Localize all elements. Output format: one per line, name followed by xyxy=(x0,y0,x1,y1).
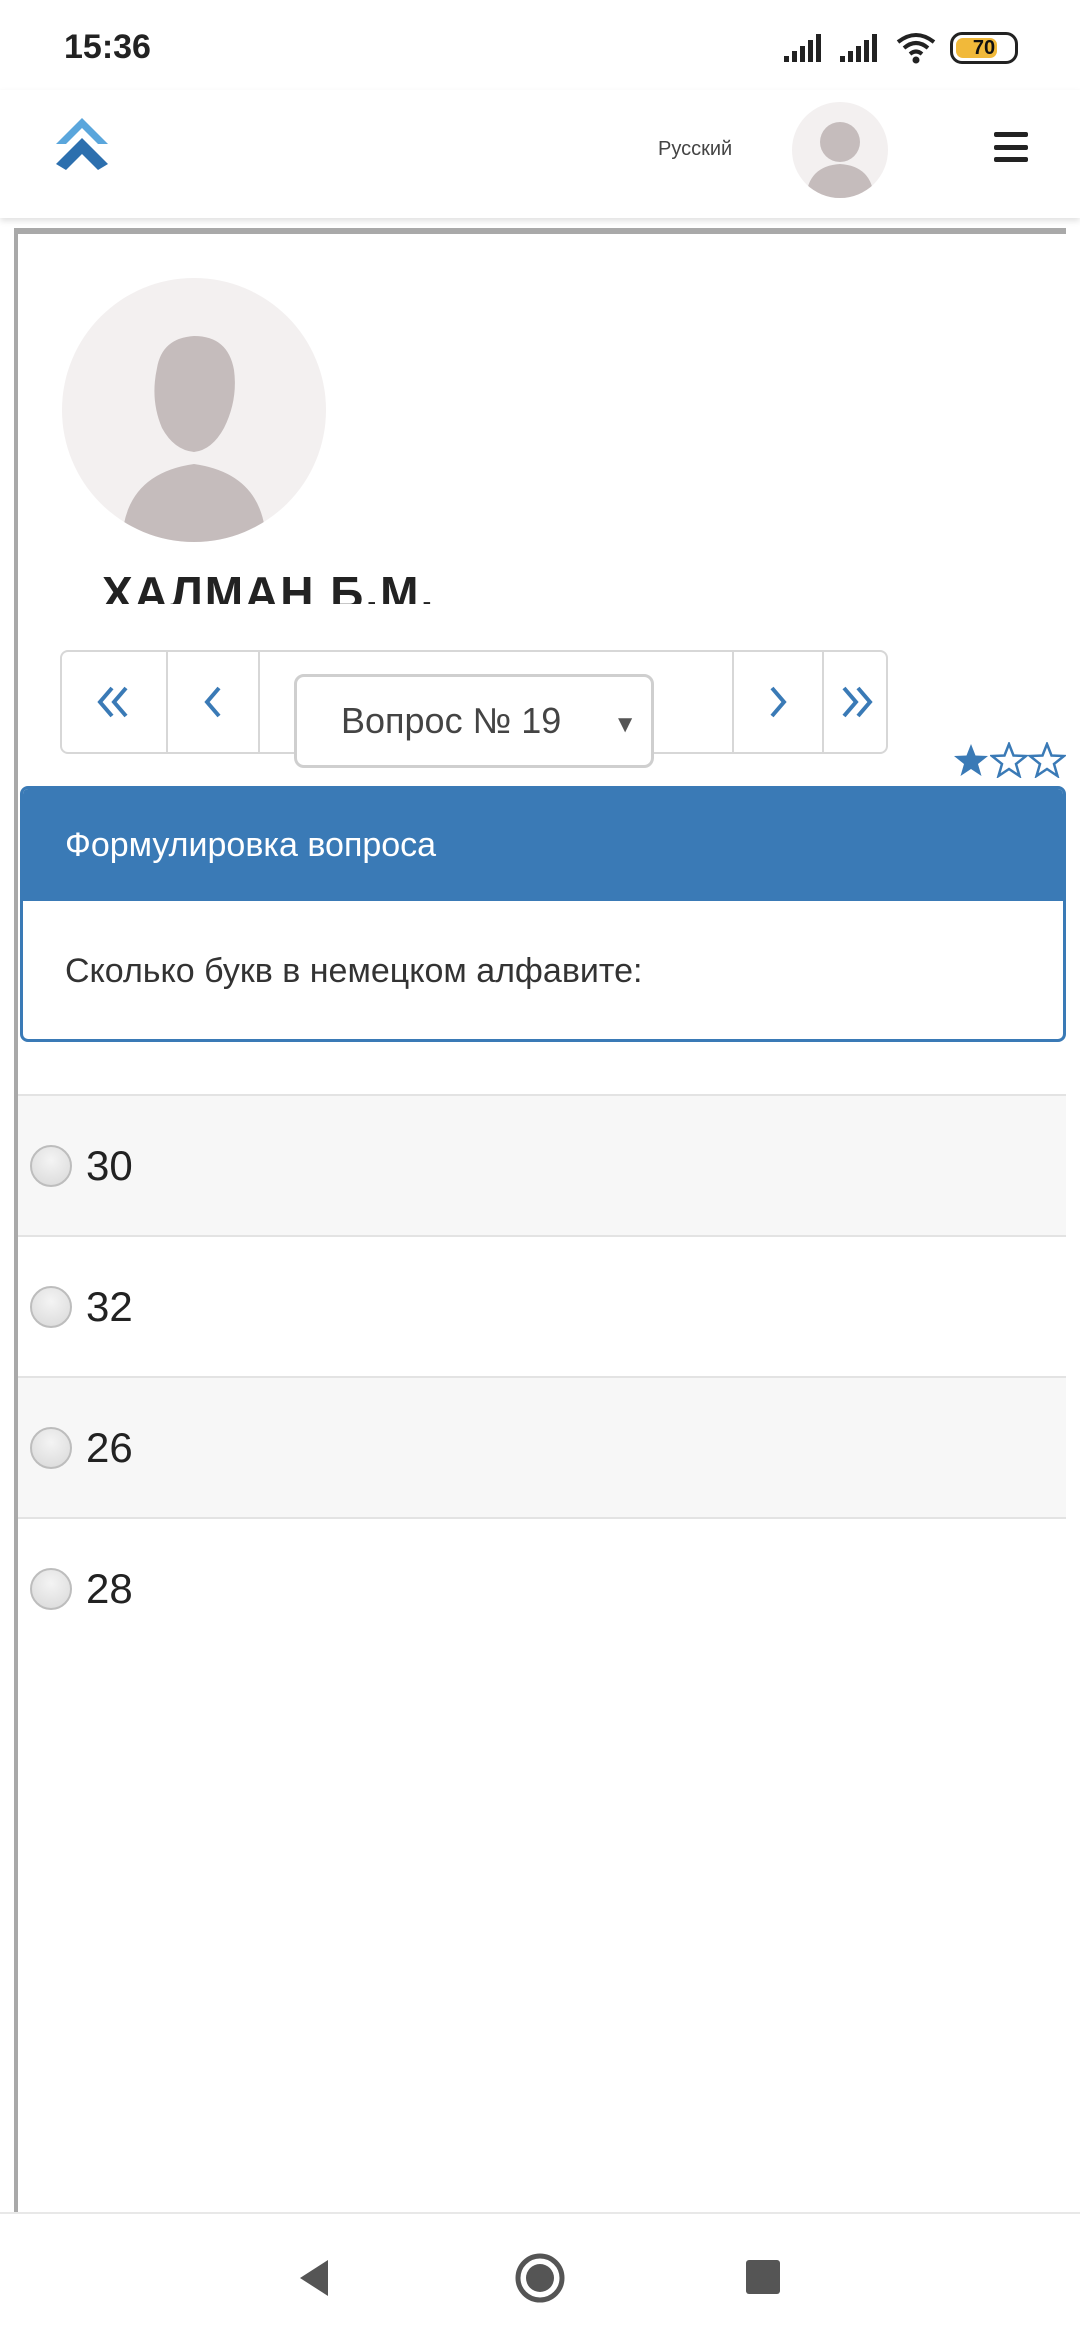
avatar[interactable] xyxy=(792,102,888,198)
radio-button[interactable] xyxy=(30,1144,72,1187)
chevron-left-icon xyxy=(204,686,221,718)
battery-icon: 70 xyxy=(950,32,1018,64)
caret-down-icon: ▼ xyxy=(613,711,637,738)
recent-apps-icon[interactable] xyxy=(746,2260,780,2294)
back-icon[interactable] xyxy=(296,2258,332,2298)
language-switcher[interactable]: Русский xyxy=(658,138,732,161)
answer-label: 26 xyxy=(86,1423,133,1471)
answer-list: 30 32 26 28 xyxy=(18,1094,1066,1658)
double-chevron-right-icon xyxy=(842,686,873,718)
double-chevron-left-icon xyxy=(97,686,128,718)
wifi-icon xyxy=(896,33,936,64)
question-card: Формулировка вопроса Сколько букв в неме… xyxy=(20,786,1066,1042)
previous-question-button[interactable] xyxy=(168,652,260,752)
home-icon[interactable] xyxy=(514,2252,566,2304)
last-question-button[interactable] xyxy=(824,652,888,752)
avatar-silhouette-icon xyxy=(806,122,874,198)
chevron-right-icon xyxy=(770,686,787,718)
menu-bar xyxy=(994,144,1028,150)
radio-button[interactable] xyxy=(30,1426,72,1469)
student-name: ХАЛМАН Б.М. xyxy=(102,564,502,604)
question-text: Сколько букв в немецком алфавите: xyxy=(65,951,643,990)
star-empty-icon xyxy=(990,742,1028,778)
menu-bar xyxy=(994,132,1028,137)
first-question-button[interactable] xyxy=(62,652,168,752)
difficulty-rating xyxy=(952,742,1066,778)
answer-label: 30 xyxy=(86,1141,133,1189)
logo-icon[interactable] xyxy=(50,112,114,176)
answer-option[interactable]: 32 xyxy=(18,1235,1066,1376)
question-select-value: Вопрос № 19 xyxy=(341,700,562,741)
answer-option[interactable]: 30 xyxy=(18,1094,1066,1235)
status-time: 15:36 xyxy=(64,28,151,66)
answer-option[interactable]: 26 xyxy=(18,1376,1066,1517)
app-screen: 15:36 70 Русский ХАЛМАН Б.М. Вопрос № 19… xyxy=(0,0,1080,2340)
question-header: Формулировка вопроса xyxy=(23,789,1063,901)
answer-label: 32 xyxy=(86,1282,133,1330)
radio-button[interactable] xyxy=(30,1567,72,1610)
system-nav-bar xyxy=(0,2212,1080,2340)
status-icons: 70 xyxy=(784,28,1018,68)
avatar-silhouette-icon xyxy=(122,336,266,542)
radio-button[interactable] xyxy=(30,1285,72,1328)
hamburger-menu-icon[interactable] xyxy=(994,132,1028,162)
app-header: Русский xyxy=(0,90,1080,218)
answer-label: 28 xyxy=(86,1564,133,1612)
signal-icon xyxy=(840,34,877,62)
menu-bar xyxy=(994,157,1028,162)
answer-option[interactable]: 28 xyxy=(18,1517,1066,1658)
battery-level: 70 xyxy=(972,36,996,59)
test-content-frame: ХАЛМАН Б.М. Вопрос № 19 ▼ Формулировка в… xyxy=(14,228,1066,2228)
signal-icon xyxy=(784,34,821,62)
question-select[interactable]: Вопрос № 19 ▼ xyxy=(294,674,654,768)
profile-avatar xyxy=(62,278,326,542)
star-filled-icon xyxy=(954,744,988,776)
status-bar: 15:36 70 xyxy=(0,0,1080,90)
star-empty-icon xyxy=(1028,742,1066,778)
student-name-text: ХАЛМАН Б.М. xyxy=(102,567,436,604)
next-question-button[interactable] xyxy=(732,652,824,752)
